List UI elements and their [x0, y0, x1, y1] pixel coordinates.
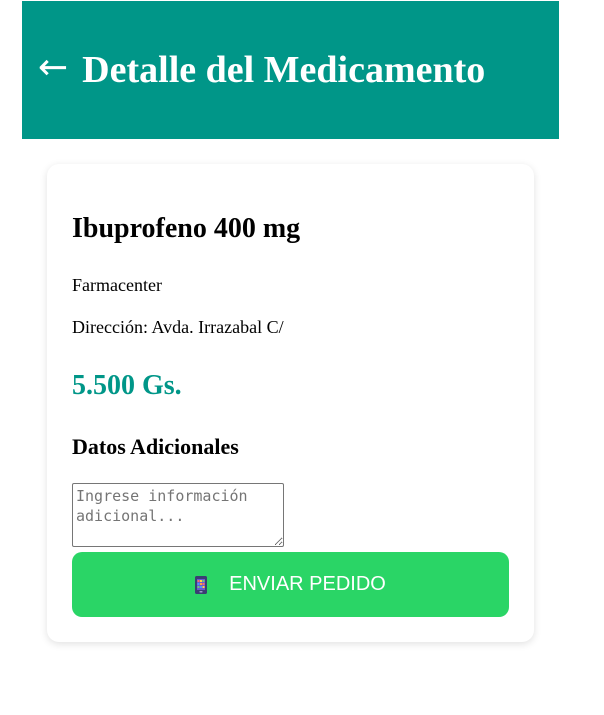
- additional-info-textarea[interactable]: [72, 483, 284, 547]
- medication-card: Ibuprofeno 400 mg Farmacenter Dirección:…: [47, 164, 534, 642]
- pharmacy-name: Farmacenter: [72, 275, 162, 295]
- mobile-phone-icon: [195, 575, 208, 594]
- additional-data-title: Datos Adicionales: [72, 434, 239, 459]
- product-price: 5.500 Gs.: [72, 370, 182, 401]
- page-title: Detalle del Medicamento: [82, 49, 486, 91]
- back-arrow-icon[interactable]: ←: [38, 50, 68, 86]
- send-order-button[interactable]: ENVIAR PEDIDO: [72, 552, 509, 617]
- product-name: Ibuprofeno 400 mg: [72, 213, 301, 244]
- pharmacy-address: Dirección: Avda. Irrazabal C/: [72, 317, 284, 337]
- send-order-label: ENVIAR PEDIDO: [229, 573, 386, 595]
- app-header: ← Detalle del Medicamento: [22, 1, 559, 139]
